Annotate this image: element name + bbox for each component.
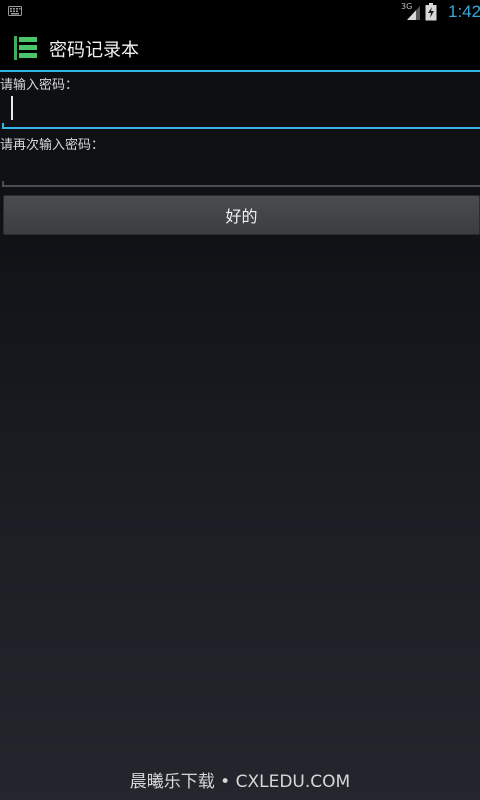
action-bar-divider [0, 70, 480, 72]
password-field-underline [2, 123, 480, 129]
confirm-password-field[interactable] [0, 143, 480, 187]
text-cursor [11, 96, 13, 120]
watermark-text: 晨曦乐下载 • CXLEDU.COM [129, 772, 351, 792]
battery-charging-icon [425, 3, 437, 21]
confirm-password-field-underline [2, 181, 480, 187]
password-field[interactable] [0, 85, 480, 129]
keyboard-icon [8, 6, 22, 16]
action-bar: 密码记录本 [0, 25, 480, 70]
notebook-app-icon[interactable] [13, 35, 39, 61]
ok-button[interactable]: 好的 [3, 195, 480, 235]
status-bar: 3G 1:42 [0, 0, 480, 25]
app-title: 密码记录本 [49, 40, 139, 61]
status-clock: 1:42 [448, 2, 480, 21]
signal-indicator: 3G [401, 2, 421, 22]
signal-icon [407, 6, 420, 20]
